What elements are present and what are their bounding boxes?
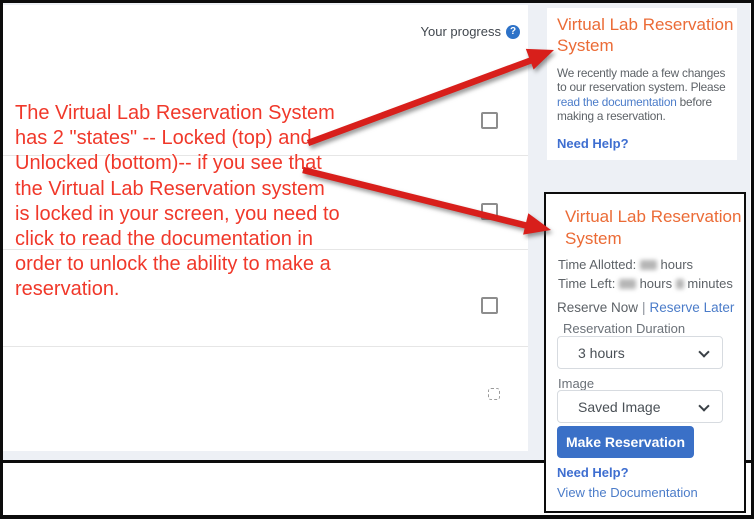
make-reservation-button[interactable]: Make Reservation [557, 426, 694, 458]
duration-selected-value: 3 hours [578, 344, 625, 361]
block-body: We recently made a few changes to our re… [557, 66, 733, 124]
need-help-link[interactable]: Need Help? [557, 136, 737, 151]
read-documentation-link[interactable]: read the documentation [557, 95, 677, 109]
duration-select[interactable]: 3 hours [557, 336, 723, 369]
image-select[interactable]: Saved Image [557, 390, 723, 423]
completion-checkbox[interactable] [481, 203, 498, 220]
image-label: Image [558, 376, 595, 391]
time-left-label: Time Left: [558, 276, 616, 291]
reserve-now-tab[interactable]: Reserve Now [557, 300, 638, 315]
view-documentation-link[interactable]: View the Documentation [557, 485, 698, 500]
time-left-row: Time Left: hours minutes [558, 274, 733, 293]
need-help-link[interactable]: Need Help? [557, 465, 629, 480]
completion-checkbox[interactable] [481, 297, 498, 314]
image-selected-value: Saved Image [578, 398, 661, 415]
body-text: We recently made a few changes to our re… [557, 66, 726, 95]
your-progress-label: Your progress [420, 24, 501, 39]
section-divider [2, 346, 528, 347]
your-progress: Your progress ? [420, 24, 520, 39]
help-icon[interactable]: ? [506, 24, 520, 39]
auto-completion-checkbox [488, 388, 500, 400]
time-left-minutes-redacted [675, 279, 684, 289]
block-title: Virtual Lab Reservation System [557, 15, 734, 55]
annotation-text: The Virtual Lab Reservation System has 2… [15, 102, 340, 301]
time-allotted-unit: hours [660, 257, 694, 272]
vlab-block-unlocked: Virtual Lab Reservation System Time Allo… [544, 192, 746, 513]
time-allotted-label: Time Allotted: [558, 257, 637, 272]
time-info: Time Allotted: hours Time Left: hours mi… [558, 255, 733, 293]
tab-separator: | [642, 300, 646, 315]
reserve-later-tab[interactable]: Reserve Later [650, 300, 735, 315]
block-title: Virtual Lab Reservation System [565, 207, 742, 248]
time-left-hours-unit: hours [639, 276, 673, 291]
reservation-duration-label: Reservation Duration [563, 321, 686, 336]
chevron-down-icon [698, 346, 710, 358]
reserve-tabs: Reserve Now | Reserve Later [557, 300, 734, 315]
chevron-down-icon [698, 400, 710, 412]
vlab-block-locked: Virtual Lab Reservation System We recent… [547, 8, 737, 160]
time-allotted-value-redacted [639, 260, 657, 270]
time-allotted-row: Time Allotted: hours [558, 255, 733, 274]
time-left-minutes-unit: minutes [687, 276, 733, 291]
completion-checkbox[interactable] [481, 112, 498, 129]
time-left-hours-redacted [618, 279, 636, 289]
annotated-screenshot: Your progress ? The Virtual Lab Reservat… [0, 0, 754, 519]
